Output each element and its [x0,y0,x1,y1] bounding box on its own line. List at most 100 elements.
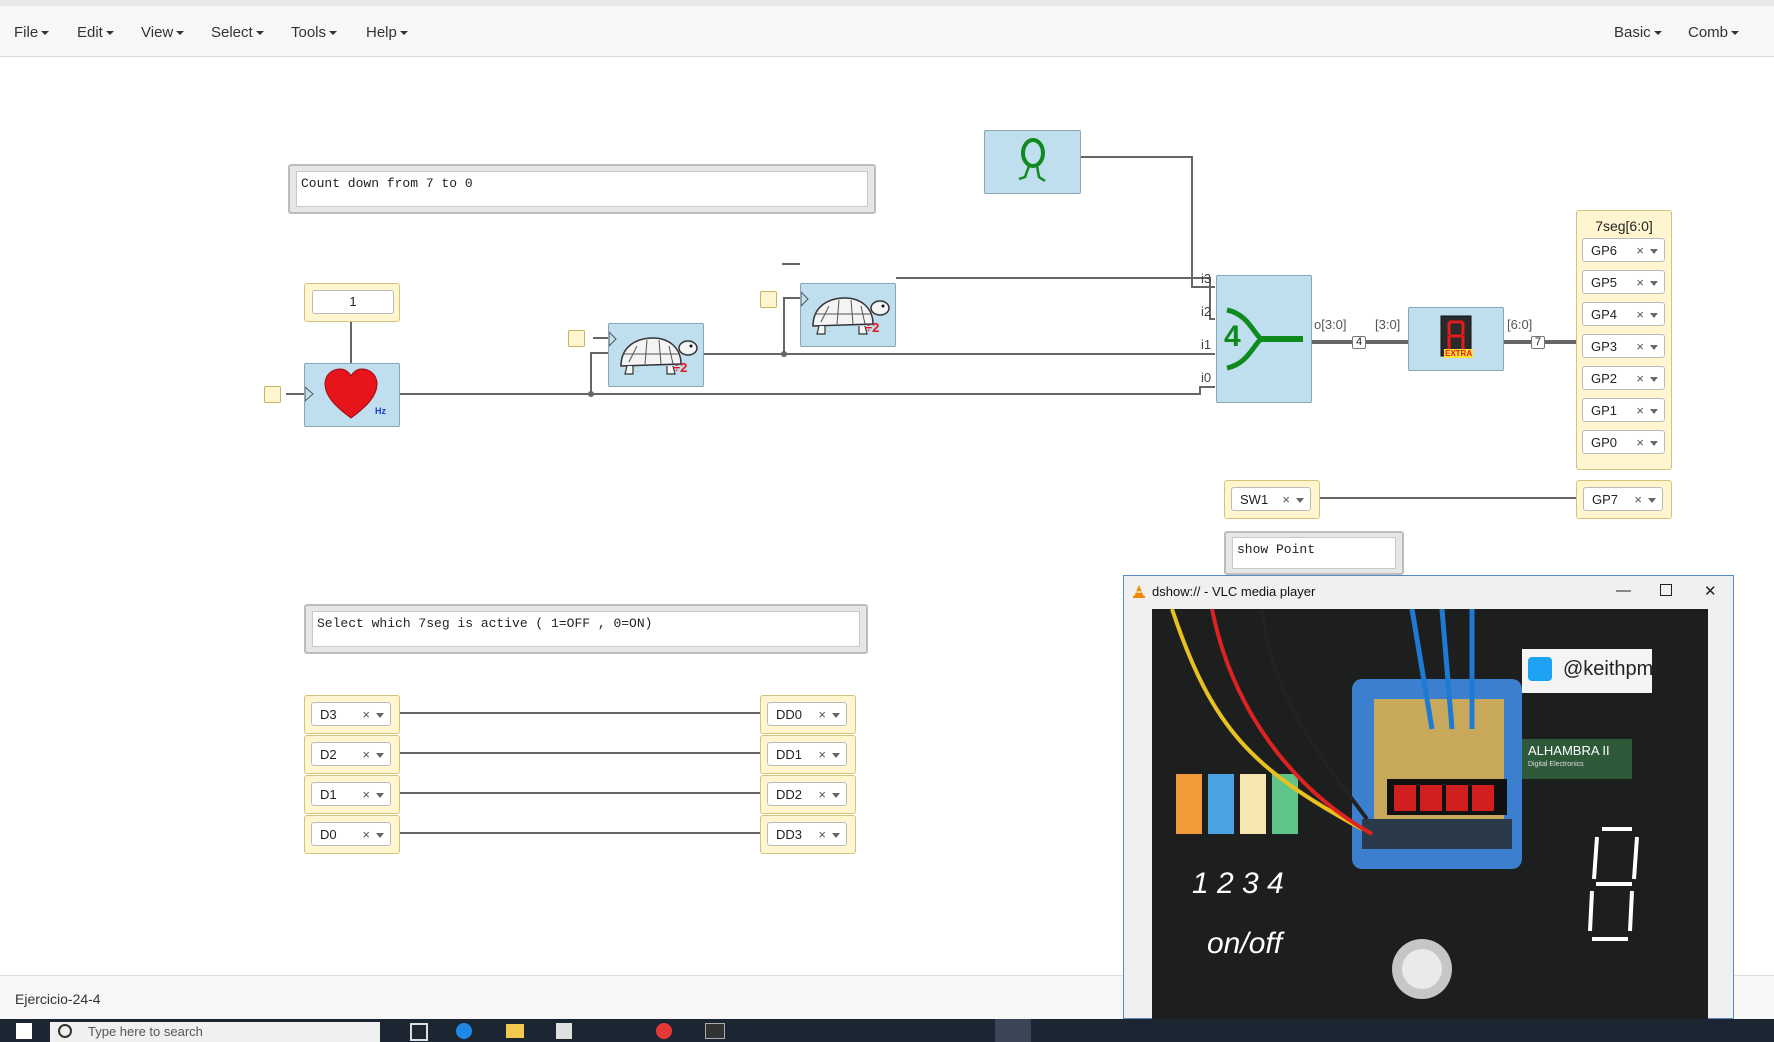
clear-icon[interactable]: × [1634,488,1642,512]
clear-icon[interactable]: × [818,783,826,807]
taskbar-search[interactable]: Type here to search [50,1022,380,1042]
info-box-show-point[interactable]: show Point [1224,531,1404,575]
clear-icon[interactable]: × [1636,239,1644,263]
pin-select-gp3[interactable]: GP3 × [1582,334,1665,358]
pin-select-dd0[interactable]: DD0 × [767,702,847,726]
pin-select-d0[interactable]: D0 × [311,822,391,846]
edge-icon[interactable] [456,1023,472,1039]
info-box-countdown[interactable]: Count down from 7 to 0 [288,164,876,214]
chevron-down-icon[interactable] [1296,498,1304,503]
clear-icon[interactable]: × [818,703,826,727]
pin-select-gp2[interactable]: GP2 × [1582,366,1665,390]
pin-select-sw1[interactable]: SW1 × [1231,487,1311,511]
output-dd1[interactable]: DD1 × [760,735,856,774]
pin-select-gp7[interactable]: GP7 × [1583,487,1663,511]
pin-select-dd1[interactable]: DD1 × [767,742,847,766]
mux-block[interactable]: 4 [1216,275,1312,403]
input-d3[interactable]: D3 × [304,695,400,734]
clear-icon[interactable]: × [362,823,370,847]
menu-select[interactable]: Select [211,24,264,41]
constant-value[interactable]: 1 [312,290,394,314]
output-dd0[interactable]: DD0 × [760,695,856,734]
chevron-down-icon[interactable] [376,753,384,758]
chevron-down-icon[interactable] [832,833,840,838]
pin-select-dd2[interactable]: DD2 × [767,782,847,806]
pin-select-gp5[interactable]: GP5 × [1582,270,1665,294]
chevron-down-icon[interactable] [832,793,840,798]
menu-help[interactable]: Help [366,24,408,41]
chevron-down-icon[interactable] [376,833,384,838]
chevron-down-icon[interactable] [1650,249,1658,254]
info-text-select[interactable]: Select which 7seg is active ( 1=OFF , 0=… [312,611,860,647]
minimize-icon[interactable]: — [1616,582,1631,599]
clear-icon[interactable]: × [1636,399,1644,423]
chevron-down-icon[interactable] [1650,377,1658,382]
task-view-icon[interactable] [410,1023,428,1041]
pin-select-dd3[interactable]: DD3 × [767,822,847,846]
clear-icon[interactable]: × [1636,367,1644,391]
info-text-show-point[interactable]: show Point [1232,537,1396,569]
clear-icon[interactable]: × [1636,335,1644,359]
menu-comb[interactable]: Comb [1688,24,1740,41]
store-icon[interactable] [556,1023,572,1039]
clear-icon[interactable]: × [818,823,826,847]
constant-block[interactable]: 1 [304,283,400,322]
clear-icon[interactable]: × [1636,431,1644,455]
clear-icon[interactable]: × [818,743,826,767]
seven-seg-decoder-block[interactable]: EXTRA [1408,307,1504,371]
divider-block-1[interactable]: ÷2 [608,323,704,387]
divider-block-2[interactable]: ÷2 [800,283,896,347]
chevron-down-icon[interactable] [376,713,384,718]
divider2-input-pin[interactable] [760,291,777,308]
pin-select-d2[interactable]: D2 × [311,742,391,766]
input-d2[interactable]: D2 × [304,735,400,774]
heart-clock-block[interactable]: Hz [304,363,400,427]
menu-file[interactable]: File [14,24,50,41]
chevron-down-icon[interactable] [832,753,840,758]
clear-icon[interactable]: × [362,743,370,767]
clear-icon[interactable]: × [1636,303,1644,327]
output-group-7seg[interactable]: 7seg[6:0] GP6 × GP5 × GP4 × GP3 × GP2 × GP1 × … [1576,210,1672,470]
input-d0[interactable]: D0 × [304,815,400,854]
pin-select-d1[interactable]: D1 × [311,782,391,806]
clear-icon[interactable]: × [1282,488,1290,512]
chevron-down-icon[interactable] [1648,498,1656,503]
close-icon[interactable]: ✕ [1704,582,1717,600]
info-box-select[interactable]: Select which 7seg is active ( 1=OFF , 0=… [304,604,868,654]
clear-icon[interactable]: × [1636,271,1644,295]
pin-select-gp6[interactable]: GP6 × [1582,238,1665,262]
chevron-down-icon[interactable] [1650,441,1658,446]
menu-basic[interactable]: Basic [1614,24,1662,41]
pin-select-gp0[interactable]: GP0 × [1582,430,1665,454]
clock-input-pin[interactable] [264,386,281,403]
divider1-input-pin[interactable] [568,330,585,347]
chevron-down-icon[interactable] [832,713,840,718]
chevron-down-icon[interactable] [1650,281,1658,286]
file-explorer-icon[interactable] [506,1024,524,1038]
walker-block[interactable] [984,130,1081,194]
windows-start-icon[interactable] [16,1023,32,1039]
output-gp7[interactable]: GP7 × [1576,480,1672,519]
chrome-icon[interactable] [656,1023,672,1039]
info-text-countdown[interactable]: Count down from 7 to 0 [296,171,868,207]
chevron-down-icon[interactable] [376,793,384,798]
vlc-taskbar-icon[interactable] [995,1019,1031,1042]
menu-view[interactable]: View [141,24,185,41]
vlc-window[interactable]: dshow:// - VLC media player — ✕ @keithpm… [1123,575,1734,1020]
chevron-down-icon[interactable] [1650,409,1658,414]
menu-tools[interactable]: Tools [291,24,338,41]
output-dd2[interactable]: DD2 × [760,775,856,814]
maximize-icon[interactable] [1660,584,1672,596]
chevron-down-icon[interactable] [1650,313,1658,318]
chevron-down-icon[interactable] [1650,345,1658,350]
pin-select-gp4[interactable]: GP4 × [1582,302,1665,326]
output-dd3[interactable]: DD3 × [760,815,856,854]
input-sw1[interactable]: SW1 × [1224,480,1320,519]
menu-edit[interactable]: Edit [77,24,114,41]
clear-icon[interactable]: × [362,703,370,727]
video-frame[interactable]: @keithpmt ALHAMBRA II Digital Electronic… [1152,609,1708,1020]
pin-select-gp1[interactable]: GP1 × [1582,398,1665,422]
clear-icon[interactable]: × [362,783,370,807]
input-d1[interactable]: D1 × [304,775,400,814]
terminal-icon[interactable] [705,1023,725,1039]
